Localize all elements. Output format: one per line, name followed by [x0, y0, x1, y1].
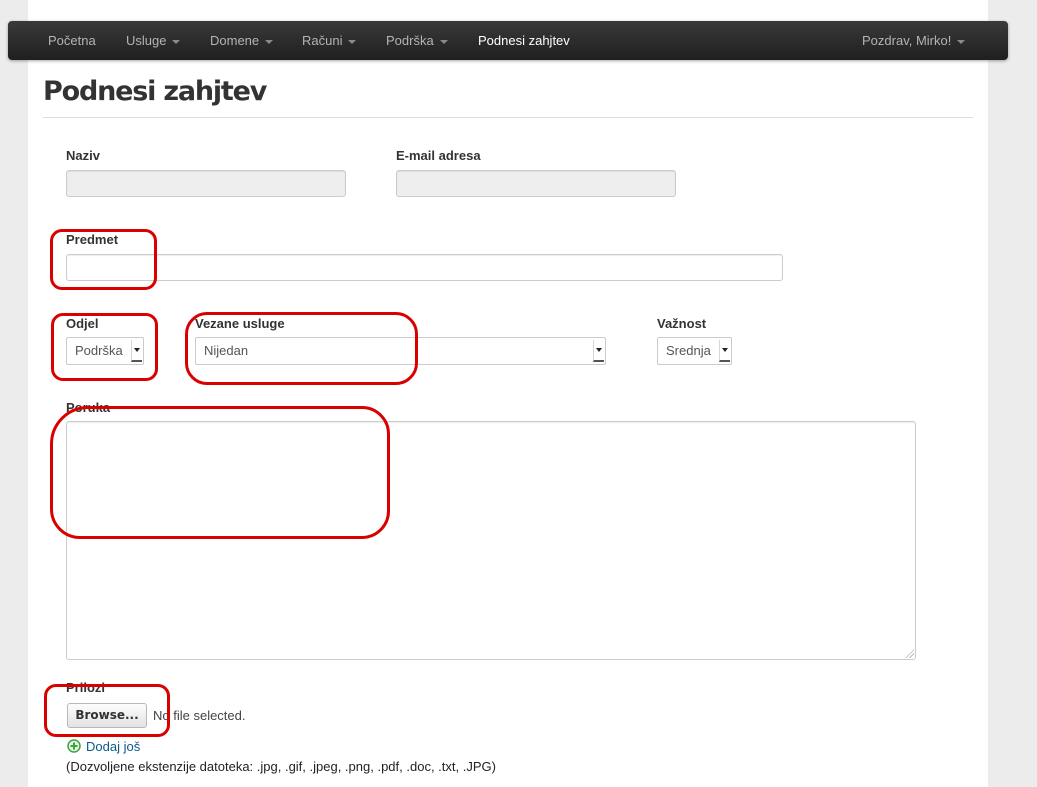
attachments-label: Prilozi: [66, 680, 106, 695]
message-textarea[interactable]: [66, 421, 916, 660]
resize-grip-icon[interactable]: [905, 649, 914, 658]
file-status-text: No file selected.: [153, 708, 246, 723]
related-service-label: Vezane usluge: [195, 316, 285, 331]
nav-item-label: Domene: [210, 33, 260, 48]
nav-item-label: Početna: [48, 33, 96, 48]
priority-label: Važnost: [657, 316, 707, 331]
add-more-label: Dodaj još: [86, 739, 141, 754]
nav-item-invoices[interactable]: Računi: [302, 21, 357, 60]
name-label: Naziv: [66, 148, 100, 163]
allowed-extensions-note: (Dozvoljene ekstenzije datoteka: .jpg, .…: [66, 759, 496, 774]
chevron-down-icon: [172, 39, 181, 44]
nav-item-domains[interactable]: Domene: [210, 21, 274, 60]
nav-item-support[interactable]: Podrška: [386, 21, 448, 60]
user-greeting: Pozdrav, Mirko!: [862, 33, 952, 48]
nav-item-label: Podrška: [386, 33, 434, 48]
nav-item-submit-ticket[interactable]: Podnesi zahjtev: [478, 21, 570, 60]
browse-button[interactable]: Browse...: [67, 703, 147, 728]
page-container: [28, 0, 988, 787]
department-selected: Podrška: [75, 343, 123, 358]
dropdown-arrow-icon: [131, 340, 142, 362]
department-label: Odjel: [66, 316, 99, 331]
name-field: [66, 170, 346, 197]
department-select[interactable]: Podrška: [66, 337, 144, 365]
page-title: Podnesi zahjtev: [43, 76, 267, 107]
priority-select[interactable]: Srednja: [657, 337, 732, 365]
nav-item-label: Usluge: [126, 33, 167, 48]
nav-item-services[interactable]: Usluge: [126, 21, 181, 60]
chevron-down-icon: [957, 39, 966, 44]
subject-label: Predmet: [66, 232, 119, 247]
chevron-down-icon: [439, 39, 448, 44]
related-service-selected: Nijedan: [204, 343, 249, 358]
email-label: E-mail adresa: [396, 148, 481, 163]
email-field: [396, 170, 676, 197]
nav-item-home[interactable]: Početna: [48, 21, 96, 60]
title-divider: [43, 117, 973, 118]
related-service-select[interactable]: Nijedan: [195, 337, 606, 365]
dropdown-arrow-icon: [719, 340, 730, 362]
nav-item-label: Podnesi zahjtev: [478, 33, 570, 48]
chevron-down-icon: [348, 39, 357, 44]
priority-selected: Srednja: [666, 343, 711, 358]
top-navbar: Početna Usluge Domene Računi Podrška Pod…: [8, 21, 1008, 60]
subject-input[interactable]: [66, 254, 783, 281]
nav-item-label: Računi: [302, 33, 343, 48]
dropdown-arrow-icon: [593, 340, 604, 362]
message-label: Poruka: [66, 400, 111, 415]
add-circle-icon: [67, 739, 81, 753]
chevron-down-icon: [265, 39, 274, 44]
nav-user-menu[interactable]: Pozdrav, Mirko!: [862, 21, 966, 60]
